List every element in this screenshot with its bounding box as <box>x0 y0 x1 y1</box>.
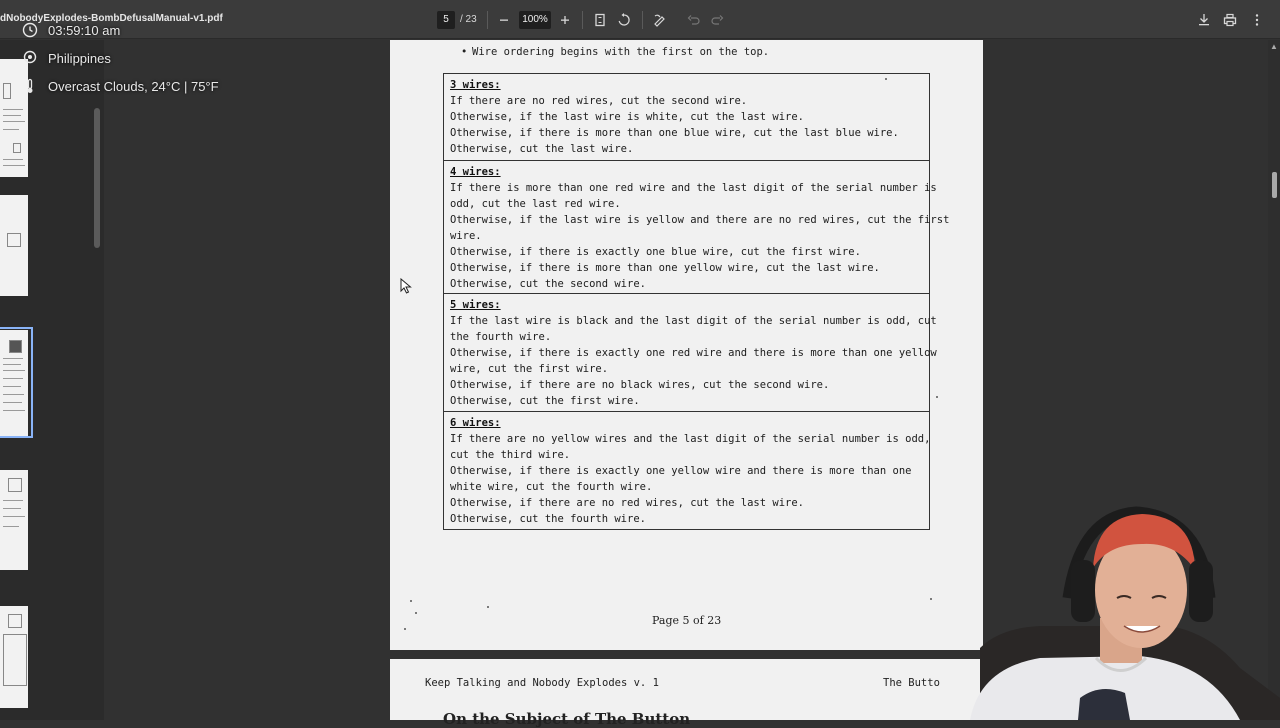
rule-line: Otherwise, if there are no red wires, cu… <box>450 497 805 509</box>
streamer-webcam-image <box>970 506 1280 720</box>
pdf-toolbar: dNobodyExplodes-BombDefusalManual-v1.pdf… <box>0 0 1280 39</box>
paper-speck <box>415 612 417 614</box>
rule-line: odd, cut the last red wire. <box>450 198 621 210</box>
wire-ordering-note: Wire ordering begins with the first on t… <box>472 46 770 58</box>
toolbar-divider <box>642 11 643 29</box>
sidebar-scrollbar-thumb[interactable] <box>94 108 100 248</box>
rule-line: Otherwise, cut the first wire. <box>450 395 640 407</box>
overlay-time: 03:59:10 am <box>48 22 121 38</box>
download-icon[interactable] <box>1196 12 1212 28</box>
page-thumbnail[interactable] <box>0 606 28 708</box>
rule-line: Otherwise, if there is exactly one red w… <box>450 347 937 359</box>
overlay-weather: Overcast Clouds, 24°C | 75°F <box>48 78 219 94</box>
rule-line: If the last wire is black and the last d… <box>450 315 937 327</box>
section-heading: 5 wires: <box>450 299 501 311</box>
rule-line: white wire, cut the fourth wire. <box>450 481 653 493</box>
paper-speck <box>936 396 938 398</box>
more-icon[interactable] <box>1249 12 1265 28</box>
rule-line: Otherwise, if there is more than one yel… <box>450 262 880 274</box>
toolbar-divider <box>582 11 583 29</box>
rule-section-4-wires: 4 wires: If there is more than one red w… <box>444 161 950 294</box>
page-thumbnail[interactable] <box>0 59 28 177</box>
rule-line: Otherwise, cut the last wire. <box>450 143 634 155</box>
paper-speck <box>487 606 489 608</box>
rule-line: the fourth wire. <box>450 331 552 343</box>
page-thumbnail[interactable] <box>0 195 28 296</box>
page-thumbnail[interactable] <box>0 470 28 570</box>
page-header-left: Keep Talking and Nobody Explodes v. 1 <box>425 677 659 689</box>
mouse-cursor-icon <box>400 277 412 294</box>
paper-speck <box>404 628 406 630</box>
rule-line: wire. <box>450 230 482 242</box>
section-heading: 4 wires: <box>450 166 501 178</box>
zoom-level-input[interactable]: 100% <box>519 11 551 29</box>
undo-icon[interactable] <box>686 12 702 28</box>
scroll-up-arrow-icon[interactable]: ▲ <box>1270 42 1278 51</box>
rule-section-3-wires: 3 wires: If there are no red wires, cut … <box>444 74 929 161</box>
minus-icon[interactable] <box>496 12 512 28</box>
rule-line: Otherwise, if the last wire is yellow an… <box>450 214 950 226</box>
rule-line: Otherwise, cut the fourth wire. <box>450 513 646 525</box>
selected-thumbnail-frame <box>0 327 33 438</box>
thumbnail-sidebar <box>0 40 104 720</box>
thermometer-icon <box>22 78 38 94</box>
rule-line: Otherwise, if the last wire is white, cu… <box>450 111 805 123</box>
rule-line: If there are no yellow wires and the las… <box>450 433 931 445</box>
wires-rule-table: 3 wires: If there are no red wires, cut … <box>443 73 950 530</box>
page-number-input[interactable]: 5 <box>437 11 455 29</box>
overlay-location-row: Philippines <box>22 50 111 66</box>
rotate-icon[interactable] <box>616 12 632 28</box>
rule-line: wire, cut the first wire. <box>450 363 609 375</box>
rule-line: Otherwise, if there is exactly one yello… <box>450 465 912 477</box>
bullet-marker: • <box>461 46 468 58</box>
rule-line: If there is more than one red wire and t… <box>450 182 937 194</box>
toolbar-divider <box>487 11 488 29</box>
rule-section-6-wires: 6 wires: If there are no yellow wires an… <box>444 412 931 529</box>
overlay-time-row: 03:59:10 am <box>22 22 120 38</box>
rule-section-5-wires: 5 wires: If the last wire is black and t… <box>444 294 937 412</box>
page-footer: Page 5 of 23 <box>652 614 722 627</box>
annotate-icon[interactable] <box>652 12 668 28</box>
next-page-title: On the Subject of The Button <box>443 710 691 728</box>
rule-line: Otherwise, if there is exactly one blue … <box>450 246 861 258</box>
rule-line: Otherwise, cut the second wire. <box>450 278 646 290</box>
rule-line: If there are no red wires, cut the secon… <box>450 95 748 107</box>
print-icon[interactable] <box>1222 12 1238 28</box>
redo-icon[interactable] <box>709 12 725 28</box>
paper-speck <box>410 600 412 602</box>
rule-line: Otherwise, if there is more than one blu… <box>450 127 899 139</box>
fit-page-icon[interactable] <box>592 12 608 28</box>
webcam-overlay <box>910 498 1280 720</box>
location-pin-icon <box>22 50 38 66</box>
main-scrollbar-thumb[interactable] <box>1272 172 1277 198</box>
section-heading: 6 wires: <box>450 417 501 429</box>
rule-line: cut the third wire. <box>450 449 571 461</box>
section-heading: 3 wires: <box>450 79 501 91</box>
rule-line: Otherwise, if there are no black wires, … <box>450 379 830 391</box>
overlay-weather-row: Overcast Clouds, 24°C | 75°F <box>22 78 219 94</box>
clock-icon <box>22 22 38 38</box>
paper-speck <box>885 78 887 80</box>
overlay-location: Philippines <box>48 50 111 66</box>
page-total: / 23 <box>460 14 477 25</box>
plus-icon[interactable] <box>557 12 573 28</box>
